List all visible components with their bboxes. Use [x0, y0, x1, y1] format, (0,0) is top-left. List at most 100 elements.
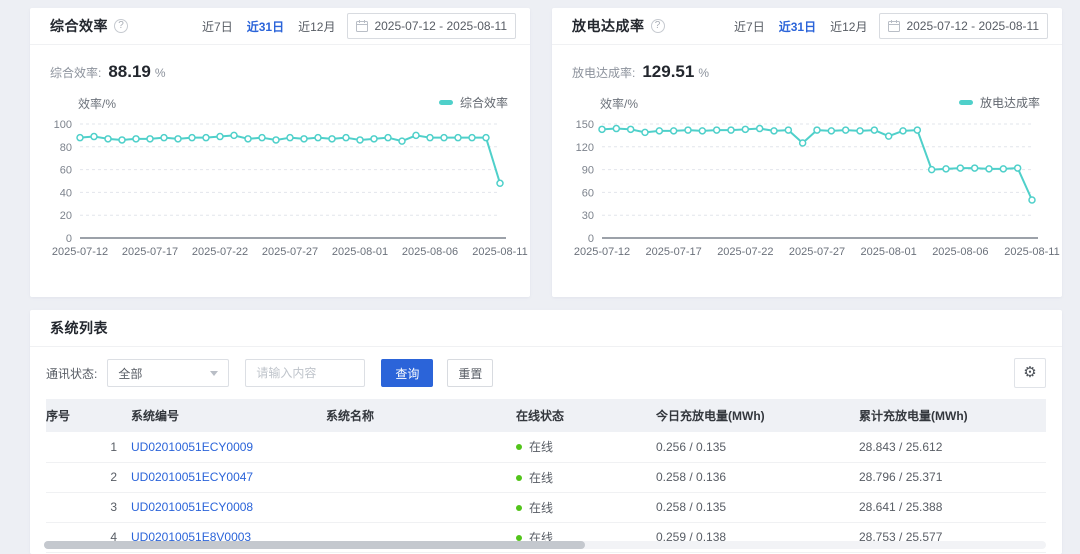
range-tab-12m[interactable]: 近12月 — [830, 18, 867, 35]
status-label: 在线 — [529, 501, 553, 515]
svg-text:40: 40 — [60, 187, 72, 199]
horizontal-scrollbar-track[interactable] — [44, 541, 1046, 549]
range-tab-12m[interactable]: 近12月 — [298, 18, 335, 35]
range-tab-7d[interactable]: 近7日 — [202, 18, 233, 35]
svg-text:2025-07-22: 2025-07-22 — [192, 246, 248, 258]
calendar-icon — [888, 20, 900, 32]
calendar-icon — [356, 20, 368, 32]
comm-status-select[interactable]: 全部 — [107, 359, 229, 387]
status-label: 在线 — [529, 471, 553, 485]
col-header-total-energy: 累计充放电量(MWh) — [859, 399, 1046, 432]
row-index-cell: 1 — [46, 432, 131, 462]
discharge-chart: 效率/% 放电达成率 03060901201502025-07-122025-0… — [552, 82, 1062, 288]
system-table: 序号 系统编号 系统名称 在线状态 今日充放电量(MWh) 累计充放电量(MWh… — [46, 399, 1046, 553]
date-range-picker[interactable]: 2025-07-12 - 2025-08-11 — [347, 13, 516, 39]
system-name-cell — [326, 432, 516, 462]
y-axis-label: 效率/% — [600, 95, 638, 112]
system-list-panel: 系统列表 通讯状态: 全部 查询 重置 ⚙ 序号 系统编号 系统名称 在线状态 … — [30, 310, 1062, 554]
table-row: 1UD02010051ECY0009在线0.256 / 0.13528.843 … — [46, 432, 1046, 462]
panel-title: 放电达成率 — [572, 16, 645, 36]
stat-value: 88.19 — [108, 62, 151, 82]
stat-unit: % — [698, 66, 709, 80]
legend-swatch-icon — [439, 100, 453, 105]
date-range-picker[interactable]: 2025-07-12 - 2025-08-11 — [879, 13, 1048, 39]
system-table-body: 1UD02010051ECY0009在线0.256 / 0.13528.843 … — [46, 432, 1046, 552]
svg-text:120: 120 — [576, 142, 594, 154]
col-header-system-name: 系统名称 — [326, 399, 516, 432]
range-tab-7d[interactable]: 近7日 — [734, 18, 765, 35]
date-range-value: 2025-07-12 - 2025-08-11 — [374, 19, 507, 33]
range-tab-31d[interactable]: 近31日 — [779, 18, 816, 35]
discharge-rate-panel: 放电达成率 ? 近7日 近31日 近12月 2025-07-12 - 2025-… — [552, 8, 1062, 297]
system-name-cell — [326, 462, 516, 492]
status-label: 在线 — [529, 440, 553, 454]
svg-text:2025-08-06: 2025-08-06 — [402, 246, 458, 258]
svg-text:2025-08-11: 2025-08-11 — [1004, 246, 1059, 258]
legend-label: 放电达成率 — [980, 94, 1040, 111]
legend-item[interactable]: 综合效率 — [439, 94, 508, 111]
total-energy-cell: 28.843 / 25.612 — [859, 432, 1046, 462]
system-id-cell: UD02010051ECY0008 — [131, 492, 326, 522]
line-chart-svg: 0204060801002025-07-122025-07-172025-07-… — [44, 116, 520, 264]
search-button[interactable]: 查询 — [381, 359, 433, 387]
system-id-cell: UD02010051ECY0047 — [131, 462, 326, 492]
svg-text:20: 20 — [60, 210, 72, 222]
col-header-today-energy: 今日充放电量(MWh) — [656, 399, 859, 432]
panel-title: 综合效率 — [50, 16, 108, 36]
stat-label: 综合效率: — [50, 64, 101, 81]
column-settings-button[interactable]: ⚙ — [1014, 358, 1046, 388]
gear-icon: ⚙ — [1023, 364, 1036, 381]
legend-label: 综合效率 — [460, 94, 508, 111]
kpi-charts-row: 综合效率 ? 近7日 近31日 近12月 2025-07-12 - 2025-0… — [30, 8, 1062, 297]
online-status-dot-icon — [516, 475, 522, 481]
status-cell: 在线 — [516, 462, 656, 492]
legend-swatch-icon — [959, 100, 973, 105]
online-status-dot-icon — [516, 535, 522, 541]
search-input[interactable] — [245, 359, 365, 387]
reset-button[interactable]: 重置 — [447, 359, 493, 387]
comm-status-label: 通讯状态: — [46, 365, 97, 382]
system-id-link[interactable]: UD02010051ECY0008 — [131, 500, 253, 514]
svg-text:0: 0 — [588, 233, 594, 245]
svg-text:2025-08-06: 2025-08-06 — [932, 246, 988, 258]
system-name-cell — [326, 492, 516, 522]
svg-text:2025-08-01: 2025-08-01 — [861, 246, 917, 258]
help-icon[interactable]: ? — [651, 19, 665, 33]
date-range-value: 2025-07-12 - 2025-08-11 — [906, 19, 1039, 33]
svg-text:2025-07-17: 2025-07-17 — [122, 246, 178, 258]
svg-text:2025-08-01: 2025-08-01 — [332, 246, 388, 258]
svg-text:0: 0 — [66, 233, 72, 245]
svg-text:90: 90 — [582, 165, 594, 177]
range-tab-31d[interactable]: 近31日 — [247, 18, 284, 35]
svg-text:100: 100 — [54, 119, 72, 131]
today-energy-cell: 0.258 / 0.136 — [656, 462, 859, 492]
system-id-link[interactable]: UD02010051ECY0009 — [131, 440, 253, 454]
chevron-down-icon — [210, 371, 218, 376]
svg-text:2025-07-12: 2025-07-12 — [574, 246, 630, 258]
legend-item[interactable]: 放电达成率 — [959, 94, 1040, 111]
total-energy-cell: 28.796 / 25.371 — [859, 462, 1046, 492]
row-index-cell: 2 — [46, 462, 131, 492]
col-header-status: 在线状态 — [516, 399, 656, 432]
line-chart-svg: 03060901201502025-07-122025-07-172025-07… — [566, 116, 1052, 264]
efficiency-panel-header: 综合效率 ? 近7日 近31日 近12月 2025-07-12 - 2025-0… — [30, 8, 530, 45]
svg-text:60: 60 — [582, 187, 594, 199]
col-header-system-id: 系统编号 — [131, 399, 326, 432]
efficiency-stat: 综合效率: 88.19 % — [30, 45, 530, 82]
horizontal-scrollbar-thumb[interactable] — [44, 541, 585, 549]
stat-value: 129.51 — [642, 62, 694, 82]
svg-text:2025-07-22: 2025-07-22 — [717, 246, 773, 258]
col-header-index: 序号 — [46, 399, 131, 432]
svg-text:2025-07-27: 2025-07-27 — [262, 246, 318, 258]
system-id-cell: UD02010051ECY0009 — [131, 432, 326, 462]
y-axis-label: 效率/% — [78, 95, 116, 112]
section-title: 系统列表 — [50, 318, 108, 338]
help-icon[interactable]: ? — [114, 19, 128, 33]
status-cell: 在线 — [516, 492, 656, 522]
svg-text:2025-08-11: 2025-08-11 — [472, 246, 527, 258]
today-energy-cell: 0.258 / 0.135 — [656, 492, 859, 522]
svg-text:80: 80 — [60, 142, 72, 154]
svg-text:2025-07-12: 2025-07-12 — [52, 246, 108, 258]
system-id-link[interactable]: UD02010051ECY0047 — [131, 470, 253, 484]
discharge-stat: 放电达成率: 129.51 % — [552, 45, 1062, 82]
